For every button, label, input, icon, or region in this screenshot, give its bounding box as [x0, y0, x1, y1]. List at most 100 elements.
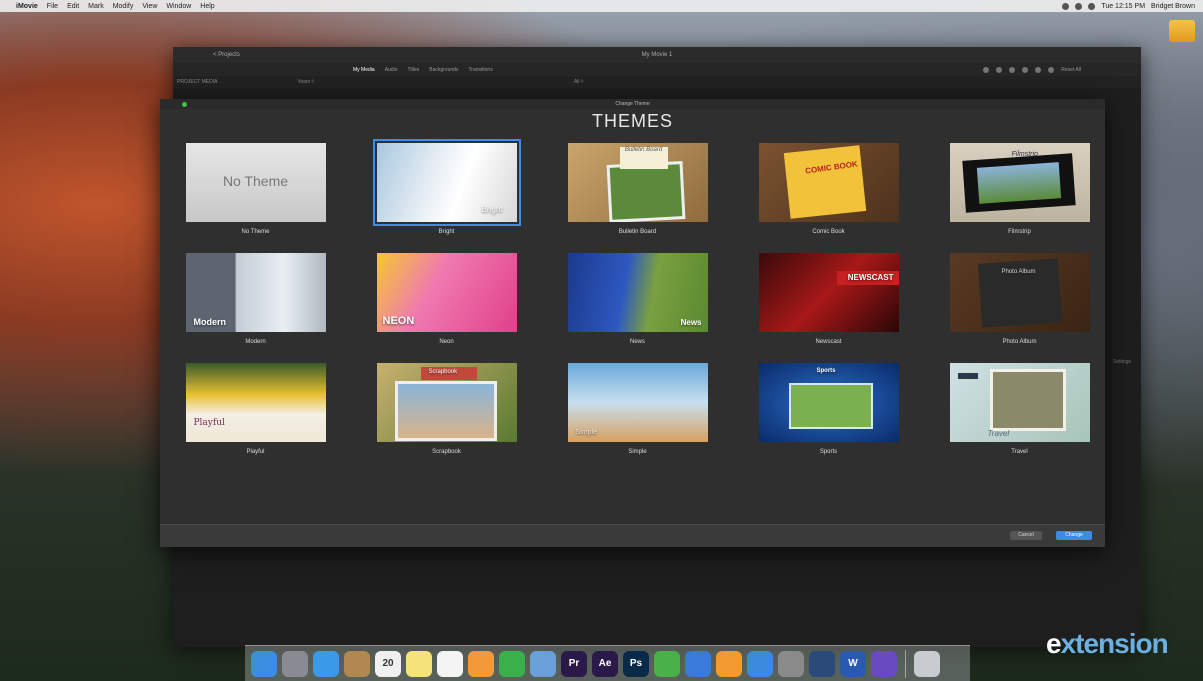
- desktop-drive-icon[interactable]: [1166, 20, 1198, 42]
- stabilization-icon[interactable]: [1022, 66, 1029, 73]
- menu-edit[interactable]: Edit: [67, 3, 79, 10]
- trash-icon[interactable]: [914, 650, 940, 677]
- system-preferences-icon[interactable]: [778, 650, 804, 677]
- menu-window[interactable]: Window: [166, 3, 191, 10]
- menu-mark[interactable]: Mark: [88, 3, 104, 10]
- menu-view[interactable]: View: [142, 3, 157, 10]
- reset-all-button[interactable]: Reset All: [1061, 67, 1081, 73]
- menubar-user[interactable]: Bridget Brown: [1151, 3, 1195, 10]
- calendar-icon[interactable]: 20: [375, 650, 401, 677]
- contacts-icon[interactable]: [344, 650, 370, 677]
- menu-help[interactable]: Help: [200, 3, 214, 10]
- theme-thumbnail[interactable]: Playful: [185, 363, 326, 442]
- info-icon[interactable]: [1048, 66, 1055, 73]
- photo-card: [606, 161, 685, 222]
- browser-tabs-bar: My Media Audio Titles Backgrounds Transi…: [173, 63, 1141, 76]
- theme-photo-album[interactable]: Photo Album Photo Album: [949, 253, 1090, 363]
- crop-icon[interactable]: [1009, 66, 1016, 73]
- theme-neon[interactable]: NEON Neon: [376, 253, 517, 363]
- theme-thumbnail[interactable]: News: [567, 253, 708, 332]
- window-title: My Movie 1: [641, 52, 673, 58]
- change-button[interactable]: Change: [1056, 531, 1092, 540]
- menu-file[interactable]: File: [47, 3, 58, 10]
- after-effects-icon[interactable]: Ae: [592, 650, 618, 677]
- imovie-titlebar: < Projects My Movie 1: [173, 47, 1141, 63]
- theme-thumbnail[interactable]: Scrapbook: [376, 363, 517, 442]
- menu-modify[interactable]: Modify: [113, 3, 134, 10]
- settings-label[interactable]: Settings: [1113, 359, 1131, 365]
- app-store-icon[interactable]: [747, 650, 773, 677]
- zoom-button[interactable]: [182, 102, 187, 107]
- theme-thumbnail[interactable]: Simple: [567, 363, 708, 442]
- cancel-button[interactable]: Cancel: [1010, 531, 1042, 540]
- color-balance-icon[interactable]: [983, 66, 990, 73]
- color-correction-icon[interactable]: [996, 66, 1003, 73]
- years-dropdown[interactable]: Years ◊: [297, 79, 313, 85]
- hard-drive-icon: [1169, 20, 1195, 42]
- thumbnail-caption: Playful: [193, 418, 225, 428]
- thumbnail-caption: Filmstrip: [1011, 151, 1038, 158]
- photoshop-icon[interactable]: Ps: [623, 650, 649, 677]
- theme-news[interactable]: News News: [567, 253, 708, 363]
- thumbnail-caption: News: [680, 318, 702, 327]
- theme-scrapbook[interactable]: Scrapbook Scrapbook: [376, 363, 517, 473]
- keynote-icon[interactable]: [685, 650, 711, 677]
- menu-app-name[interactable]: iMovie: [16, 3, 38, 10]
- all-filter-dropdown[interactable]: All ◊: [574, 79, 583, 85]
- wifi-icon[interactable]: [1075, 2, 1083, 10]
- thumbnail-caption: Scrapbook: [428, 369, 458, 375]
- reminders-icon[interactable]: [437, 650, 463, 677]
- facetime-icon[interactable]: [499, 650, 525, 677]
- theme-thumbnail[interactable]: Travel: [949, 363, 1090, 442]
- theme-thumbnail[interactable]: No Theme: [185, 143, 326, 222]
- battery-icon[interactable]: [1088, 2, 1096, 10]
- theme-label: Scrapbook: [432, 449, 461, 455]
- theme-thumbnail[interactable]: Modern: [185, 253, 326, 332]
- theme-no-theme[interactable]: No Theme No Theme: [185, 143, 326, 253]
- word-icon[interactable]: W: [840, 650, 866, 677]
- theme-thumbnail[interactable]: Sports: [758, 363, 899, 442]
- status-menu-icon[interactable]: [1062, 2, 1070, 10]
- preview-icon[interactable]: [530, 650, 556, 677]
- safari-icon[interactable]: [313, 650, 339, 677]
- imovie-icon[interactable]: [871, 650, 897, 677]
- notes-icon[interactable]: [406, 650, 432, 677]
- theme-thumbnail[interactable]: COMIC BOOK: [758, 143, 899, 222]
- theme-thumbnail[interactable]: Photo Album: [949, 253, 1090, 332]
- thumbnail-caption: NEON: [382, 315, 415, 327]
- theme-travel[interactable]: Travel Travel: [949, 363, 1090, 473]
- theme-bright[interactable]: Bright Bright: [372, 139, 521, 253]
- dock-separator: [905, 649, 906, 678]
- theme-modern[interactable]: Modern Modern: [185, 253, 326, 363]
- tab-backgrounds[interactable]: Backgrounds: [429, 67, 458, 73]
- tab-titles[interactable]: Titles: [407, 67, 419, 73]
- photos-icon[interactable]: [468, 650, 494, 677]
- theme-thumbnail[interactable]: Bright: [372, 139, 521, 226]
- theme-thumbnail[interactable]: NEON: [376, 253, 517, 332]
- theme-thumbnail[interactable]: NEWSCAST: [758, 253, 899, 332]
- numbers-icon[interactable]: [654, 650, 680, 677]
- finder-icon[interactable]: [251, 650, 277, 677]
- theme-bulletin-board[interactable]: Bulletin Board Bulletin Board: [567, 143, 708, 253]
- menubar-clock[interactable]: Tue 12:15 PM: [1101, 3, 1145, 10]
- tab-transitions[interactable]: Transitions: [468, 67, 492, 73]
- thumbnail-caption: NEWSCAST: [847, 273, 894, 282]
- launchpad-icon[interactable]: [282, 650, 308, 677]
- dock: 20 Pr Ae Ps W: [245, 645, 970, 681]
- theme-playful[interactable]: Playful Playful: [185, 363, 326, 473]
- theme-thumbnail[interactable]: Bulletin Board: [567, 143, 708, 222]
- theme-newscast[interactable]: NEWSCAST Newscast: [758, 253, 899, 363]
- theme-sports[interactable]: Sports Sports: [758, 363, 899, 473]
- ibooks-icon[interactable]: [716, 650, 742, 677]
- premiere-icon[interactable]: Pr: [561, 650, 587, 677]
- theme-filmstrip[interactable]: Filmstrip Filmstrip: [949, 143, 1090, 253]
- theme-thumbnail[interactable]: Filmstrip: [949, 143, 1090, 222]
- theme-comic-book[interactable]: COMIC BOOK Comic Book: [758, 143, 899, 253]
- tab-my-media[interactable]: My Media: [353, 67, 375, 73]
- theme-label: Bright: [438, 229, 455, 235]
- theme-label: Playful: [246, 449, 265, 455]
- theme-simple[interactable]: Simple Simple: [567, 363, 708, 473]
- tab-audio[interactable]: Audio: [385, 67, 398, 73]
- volume-icon[interactable]: [1035, 66, 1042, 73]
- quicktime-icon[interactable]: [809, 650, 835, 677]
